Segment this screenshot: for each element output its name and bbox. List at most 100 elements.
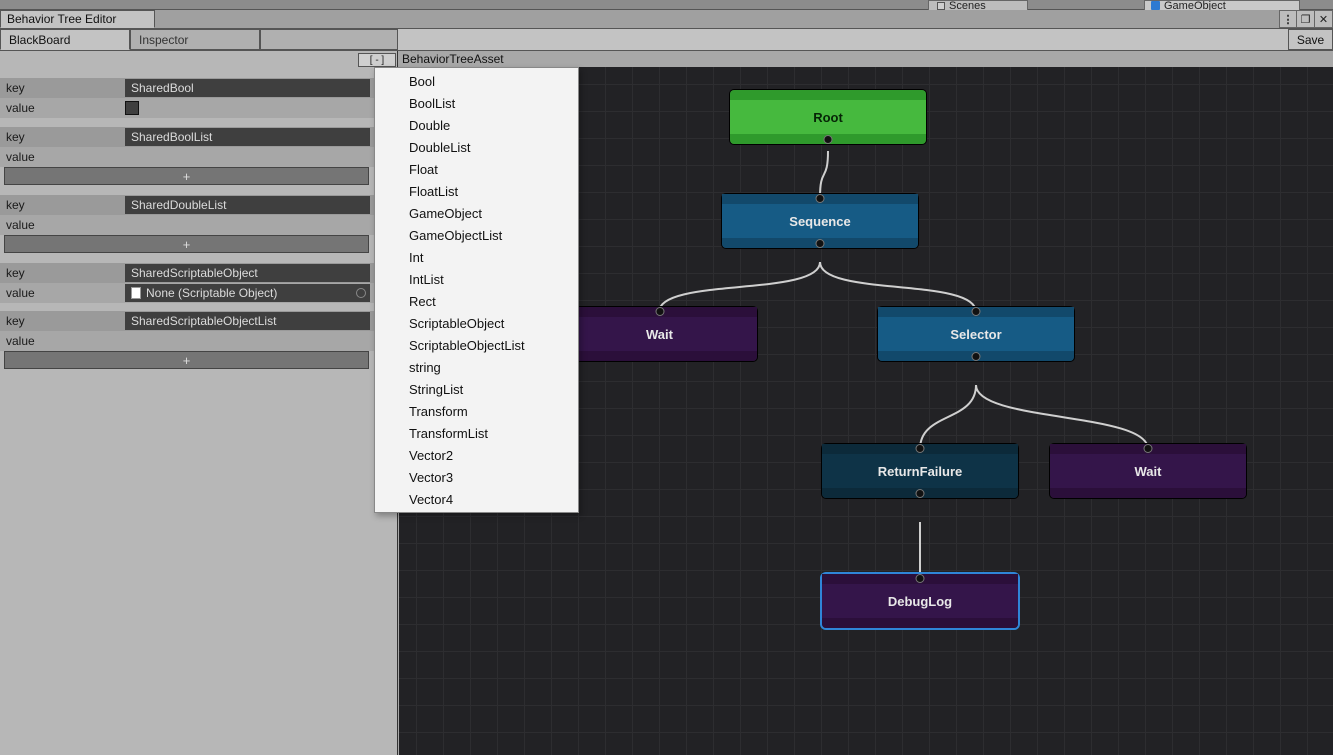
- output-port[interactable]: [972, 352, 981, 361]
- node-header-strip: [878, 307, 1074, 317]
- object-picker-icon[interactable]: [356, 288, 366, 298]
- document-icon: [131, 287, 141, 299]
- menu-item-int[interactable]: Int: [375, 246, 578, 268]
- header-collapse-toggle[interactable]: [ - ]: [358, 53, 396, 67]
- node-title: Root: [730, 100, 926, 134]
- menu-item-int-list[interactable]: IntList: [375, 268, 578, 290]
- menu-item-float[interactable]: Float: [375, 158, 578, 180]
- add-list-item-button[interactable]: +: [4, 167, 369, 185]
- node-header-strip: [822, 574, 1018, 584]
- bb-value-label: value: [0, 334, 125, 348]
- bb-key-label: key: [0, 314, 125, 328]
- node-root[interactable]: Root: [730, 90, 926, 144]
- tab-gameobject[interactable]: GameObject: [1144, 0, 1300, 10]
- add-list-item-button[interactable]: +: [4, 235, 369, 253]
- bb-key-label: key: [0, 81, 125, 95]
- tab-behavior-tree-editor[interactable]: Behavior Tree Editor: [0, 10, 155, 28]
- bb-row-key: key: [0, 311, 398, 331]
- menu-item-scriptable-object[interactable]: ScriptableObject: [375, 312, 578, 334]
- close-button[interactable]: ✕: [1315, 10, 1333, 28]
- node-title: Sequence: [722, 204, 918, 238]
- bb-row-value: value None (Scriptable Object): [0, 283, 398, 303]
- bb-row-key: key: [0, 195, 398, 215]
- menu-item-gameobject-list[interactable]: GameObjectList: [375, 224, 578, 246]
- plus-icon: +: [183, 169, 191, 184]
- bb-row-value: value: [0, 98, 398, 118]
- menu-item-bool-list[interactable]: BoolList: [375, 92, 578, 114]
- input-port[interactable]: [1144, 444, 1153, 453]
- menu-item-scriptable-object-list[interactable]: ScriptableObjectList: [375, 334, 578, 356]
- bb-value-label: value: [0, 150, 125, 164]
- menu-item-transform-list[interactable]: TransformList: [375, 422, 578, 444]
- menu-item-double[interactable]: Double: [375, 114, 578, 136]
- menu-item-string-list[interactable]: StringList: [375, 378, 578, 400]
- node-footer-strip: [878, 351, 1074, 361]
- asset-name-label: BehaviorTreeAsset: [398, 51, 508, 67]
- tab-blackboard[interactable]: BlackBoard: [0, 29, 130, 50]
- object-field-text: None (Scriptable Object): [146, 286, 277, 300]
- node-selector[interactable]: Selector: [878, 307, 1074, 361]
- menu-item-transform[interactable]: Transform: [375, 400, 578, 422]
- node-footer-strip: [562, 351, 757, 361]
- bb-value-label: value: [0, 218, 125, 232]
- node-debug-log[interactable]: DebugLog: [822, 574, 1018, 628]
- tab-empty[interactable]: [260, 29, 398, 50]
- node-footer-strip: [730, 134, 926, 144]
- bb-row-value: value: [0, 147, 398, 167]
- output-port[interactable]: [916, 489, 925, 498]
- save-button[interactable]: Save: [1288, 29, 1333, 50]
- type-context-menu: Bool BoolList Double DoubleList Float Fl…: [374, 67, 579, 513]
- menu-item-bool[interactable]: Bool: [375, 70, 578, 92]
- node-footer-strip: [822, 618, 1018, 628]
- node-wait[interactable]: Wait: [562, 307, 757, 361]
- menu-item-vector2[interactable]: Vector2: [375, 444, 578, 466]
- menu-item-string[interactable]: string: [375, 356, 578, 378]
- menu-item-vector4[interactable]: Vector4: [375, 488, 578, 510]
- bb-row-key: key: [0, 127, 398, 147]
- node-header-strip: [562, 307, 757, 317]
- menu-item-vector3[interactable]: Vector3: [375, 466, 578, 488]
- bb-checkbox[interactable]: [125, 101, 139, 115]
- bb-key-label: key: [0, 198, 125, 212]
- node-sequence[interactable]: Sequence: [722, 194, 918, 248]
- blackboard-panel: key value key value + key value + key va…: [0, 51, 398, 755]
- menu-item-rect[interactable]: Rect: [375, 290, 578, 312]
- restore-button[interactable]: ❐: [1297, 10, 1315, 28]
- bb-row-key: key: [0, 78, 398, 98]
- menu-item-double-list[interactable]: DoubleList: [375, 136, 578, 158]
- tab-blackboard-label: BlackBoard: [9, 33, 70, 47]
- node-footer-strip: [722, 238, 918, 248]
- bb-key-input[interactable]: [125, 264, 370, 282]
- bb-key-input[interactable]: [125, 128, 370, 146]
- box-icon: [937, 2, 945, 10]
- node-title: Selector: [878, 317, 1074, 351]
- node-header-strip: [822, 444, 1018, 454]
- output-port[interactable]: [816, 239, 825, 248]
- node-title: DebugLog: [822, 584, 1018, 618]
- node-return-failure[interactable]: ReturnFailure: [822, 444, 1018, 498]
- bb-key-input[interactable]: [125, 79, 370, 97]
- more-button[interactable]: ⋮: [1279, 10, 1297, 28]
- tab-scenes[interactable]: Scenes: [928, 0, 1028, 10]
- tab-gameobject-label: GameObject: [1164, 0, 1226, 10]
- menu-item-gameobject[interactable]: GameObject: [375, 202, 578, 224]
- bb-key-input[interactable]: [125, 196, 370, 214]
- input-port[interactable]: [655, 307, 664, 316]
- restore-icon: ❐: [1301, 13, 1311, 26]
- object-field-none[interactable]: None (Scriptable Object): [125, 284, 370, 302]
- node-wait[interactable]: Wait: [1050, 444, 1246, 498]
- input-port[interactable]: [916, 444, 925, 453]
- window-tabbar: Behavior Tree Editor ⋮ ❐ ✕: [0, 10, 1333, 29]
- collapse-toggle-label: [ - ]: [370, 55, 384, 66]
- bb-row-key: key: [0, 263, 398, 283]
- input-port[interactable]: [916, 574, 925, 583]
- input-port[interactable]: [972, 307, 981, 316]
- tab-inspector[interactable]: Inspector: [130, 29, 260, 50]
- gameobject-icon: [1151, 1, 1160, 10]
- bb-key-input[interactable]: [125, 312, 370, 330]
- add-list-item-button[interactable]: +: [4, 351, 369, 369]
- input-port[interactable]: [816, 194, 825, 203]
- menu-item-float-list[interactable]: FloatList: [375, 180, 578, 202]
- output-port[interactable]: [824, 135, 833, 144]
- window-controls: ⋮ ❐ ✕: [1279, 10, 1333, 28]
